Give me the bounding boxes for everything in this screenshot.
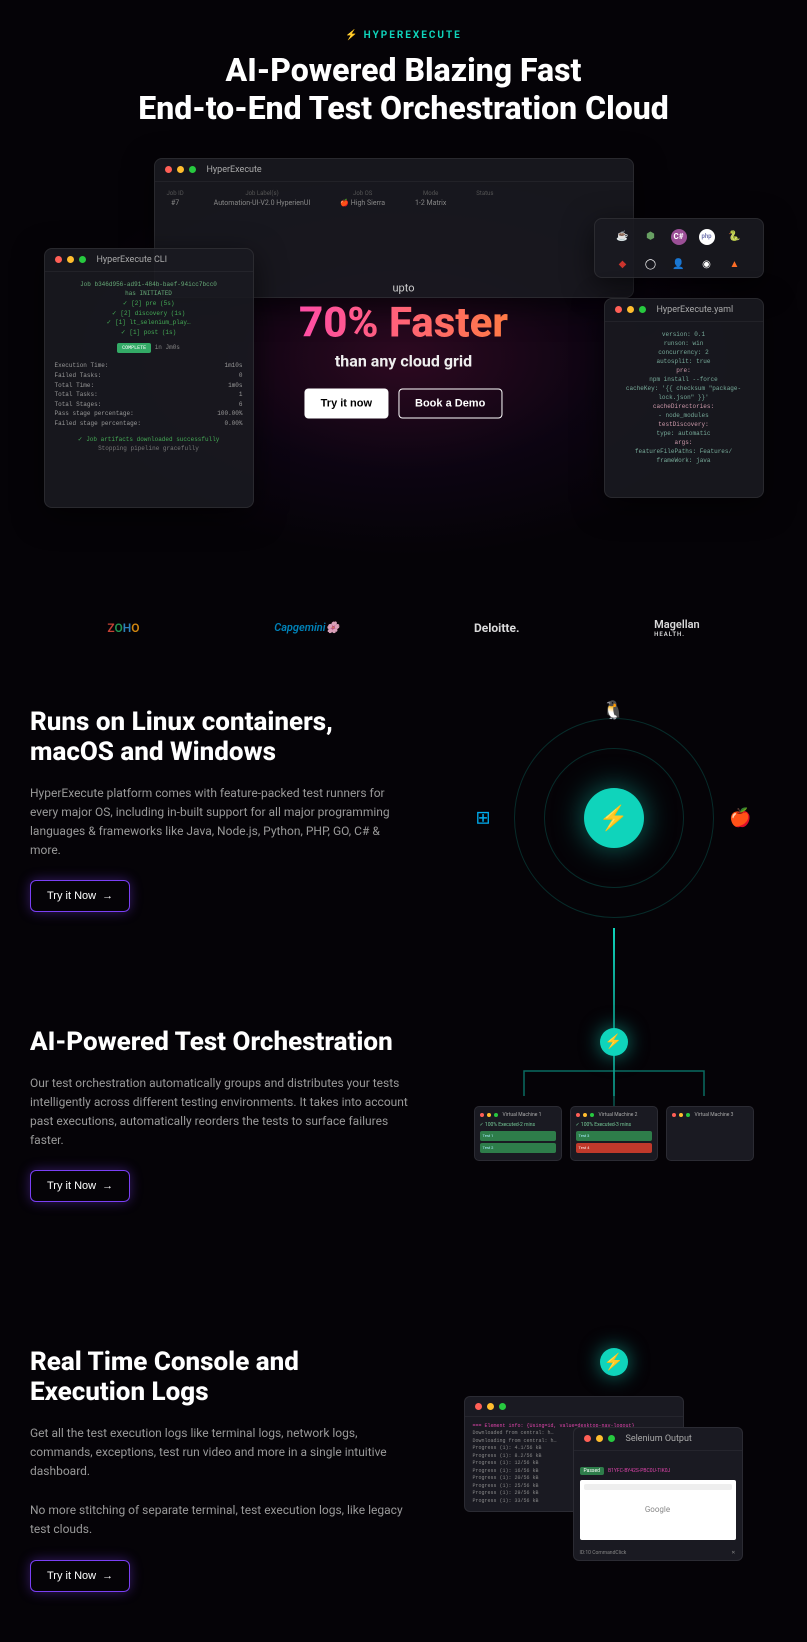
node-icon: ⬢ [643,229,659,245]
bolt-icon: ⚡ [599,804,629,832]
hero-title: AI-Powered Blazing Fast End-to-End Test … [20,51,787,128]
csharp-icon: C# [671,229,687,245]
section1-desc: HyperExecute platform comes with feature… [30,784,410,861]
jenkins-icon: 👤 [671,257,687,273]
github-icon: ◯ [643,257,659,273]
try-now-button[interactable]: Try it now [305,388,388,418]
book-demo-button[interactable]: Book a Demo [398,388,502,418]
logo-capgemini: Capgemini🌸 [274,621,339,634]
php-icon: php [699,229,715,245]
apple-icon: 🍎 [729,807,751,828]
bolt-icon: ⚡ [345,30,359,41]
try-now-button-2[interactable]: Try it Now→ [30,1170,130,1202]
browser-screenshot: Google [580,1480,736,1540]
logo-zoho: ZOHO [107,621,139,635]
arrow-right-icon: → [102,1570,113,1582]
console-graphic: ⚡ === Element info: {Using=id, value=des… [464,1348,764,1513]
bolt-node-icon: ⚡ [600,1028,628,1056]
upto-label: upto [299,281,508,294]
console-window: === Element info: {Using=id, value=deskt… [464,1396,684,1513]
vm-card: Virtual Machine 3 [666,1106,754,1161]
linux-icon: 🐧 [602,700,624,721]
hero-graphic: HyperExecute Job ID#7 Job Label(s)Automa… [44,158,764,558]
window-yaml: HyperExecute.yaml version: 0.1 runson: w… [604,298,764,498]
faster-label: 70% Faster [299,298,508,347]
try-now-button-1[interactable]: Try it Now→ [30,880,130,912]
circleci-icon: ◉ [699,257,715,273]
window-icons: ☕ ⬢ C# php 🐍 ◆ ◯ 👤 ◉ ▲ [594,218,764,278]
section3-title: Real Time Console and Execution Logs [30,1348,410,1408]
orchestration-graphic: ⚡ Virtual Machine 1 ✓ 100% Executed-2 mi… [464,1028,764,1161]
logo-magellan: MagellanHEALTH. [654,618,699,638]
arrow-right-icon: → [102,1180,113,1192]
section2-desc: Our test orchestration automatically gro… [30,1074,410,1151]
section3-desc2: No more stitching of separate terminal, … [30,1501,410,1539]
section2-title: AI-Powered Test Orchestration [30,1028,410,1058]
than-label: than any cloud grid [299,351,508,370]
arrow-right-icon: → [102,890,113,902]
window-cli: HyperExecute CLI Job b346d956-ad91-484b-… [44,248,254,508]
brand-label: ⚡HYPEREXECUTE [20,30,787,41]
bolt-node-icon: ⚡ [600,1348,628,1376]
section1-title: Runs on Linux containers, macOS and Wind… [30,708,410,768]
selenium-window: Selenium Output PassedB1YFC-BY42S-PBC0U-… [573,1427,743,1561]
gitlab-icon: ▲ [727,257,743,273]
ruby-icon: ◆ [615,257,631,273]
windows-icon: ⊞ [476,807,491,828]
vm-card: Virtual Machine 1 ✓ 100% Executed-2 mins… [474,1106,562,1161]
os-graphic: ⚡ 🐧 ⊞ 🍎 [484,708,744,928]
logo-strip: ZOHO Capgemini🌸 Deloitte. MagellanHEALTH… [0,598,807,658]
java-icon: ☕ [615,229,631,245]
logo-deloitte: Deloitte. [474,621,520,635]
section3-desc1: Get all the test execution logs like ter… [30,1424,410,1482]
vm-card: Virtual Machine 2 ✓ 100% Executed-3 mins… [570,1106,658,1161]
try-now-button-3[interactable]: Try it Now→ [30,1560,130,1592]
python-icon: 🐍 [727,229,743,245]
